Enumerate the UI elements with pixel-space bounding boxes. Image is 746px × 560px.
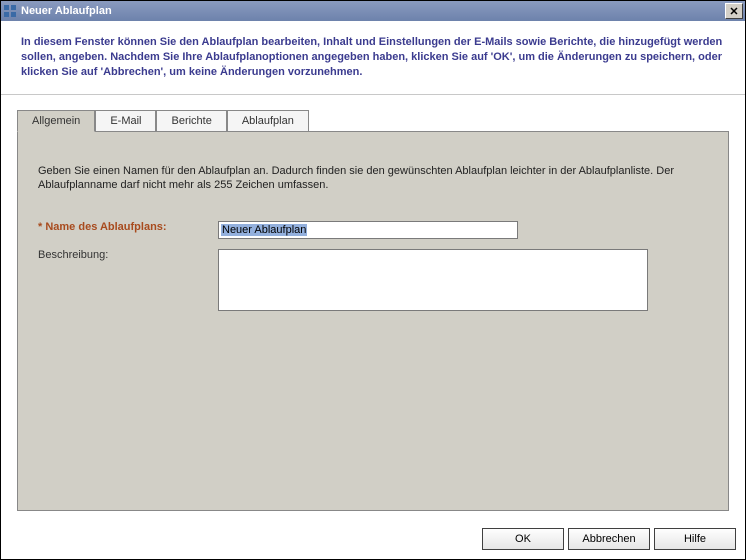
input-name[interactable]: Neuer Ablaufplan [218,221,518,239]
tab-row: Allgemein E-Mail Berichte Ablaufplan [1,95,745,131]
close-button[interactable]: ✕ [725,3,743,19]
tab-email[interactable]: E-Mail [95,110,156,132]
app-icon [3,4,17,18]
window-title: Neuer Ablaufplan [21,5,725,17]
dialog-button-bar: OK Abbrechen Hilfe [478,528,736,550]
tab-ablaufplan[interactable]: Ablaufplan [227,110,309,132]
instructions-text: In diesem Fenster können Sie den Ablaufp… [1,21,745,95]
row-name: * Name des Ablaufplans: Neuer Ablaufplan [38,221,708,239]
titlebar[interactable]: Neuer Ablaufplan ✕ [1,1,745,21]
close-icon: ✕ [729,5,738,18]
tab-panel-allgemein: Geben Sie einen Namen für den Ablaufplan… [17,131,729,511]
label-name: * Name des Ablaufplans: [38,221,218,239]
label-description: Beschreibung: [38,249,218,311]
ok-button[interactable]: OK [482,528,564,550]
input-name-value: Neuer Ablaufplan [221,224,307,236]
textarea-description[interactable] [218,249,648,311]
tab-allgemein[interactable]: Allgemein [17,110,95,132]
help-button[interactable]: Hilfe [654,528,736,550]
tab-berichte[interactable]: Berichte [156,110,226,132]
cancel-button[interactable]: Abbrechen [568,528,650,550]
panel-description: Geben Sie einen Namen für den Ablaufplan… [38,164,708,194]
row-description: Beschreibung: [38,249,708,311]
